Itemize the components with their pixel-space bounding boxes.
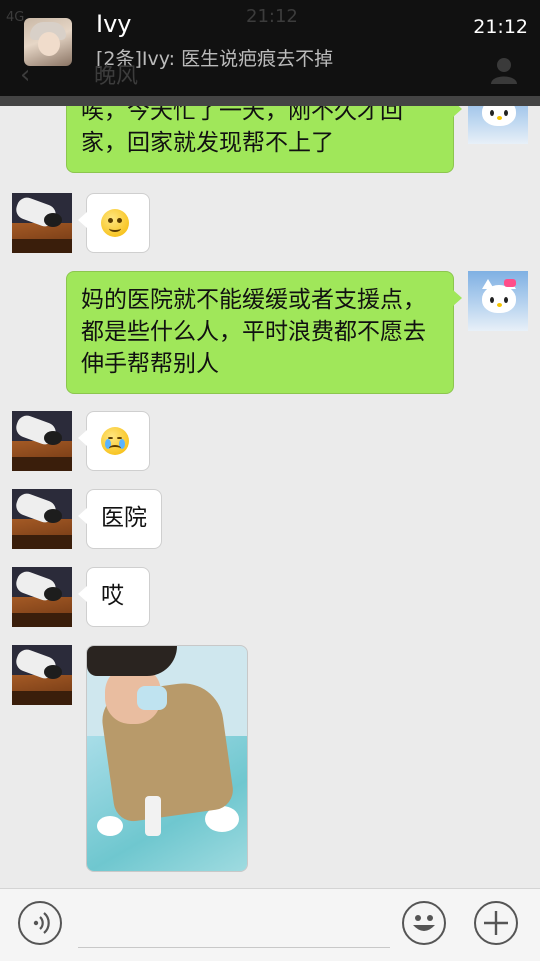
back-arrow-icon[interactable]: ‹ xyxy=(20,60,30,90)
received-message-bubble[interactable]: 医院 xyxy=(78,489,162,549)
chat-title: 晚风 xyxy=(94,64,139,89)
notification-shadow xyxy=(0,96,540,106)
message-text-line: 伸手帮帮别人 xyxy=(81,351,219,377)
signal-indicator: 4G xyxy=(6,10,25,25)
received-message-bubble[interactable] xyxy=(78,193,150,253)
notification-sender: Ivy xyxy=(96,10,132,38)
contact-avatar[interactable] xyxy=(12,411,72,471)
awkward-face-icon xyxy=(101,208,129,237)
chat-input-bar xyxy=(0,888,540,961)
message-text-line: 都是些什么人，平时浪费都不愿去 xyxy=(81,319,426,345)
notification-avatar xyxy=(24,18,72,66)
message-text-line: 妈的医院就不能缓缓或者支援点， xyxy=(81,287,426,313)
status-clock: 21:12 xyxy=(246,6,298,27)
plus-icon[interactable] xyxy=(474,901,518,945)
message-text: 医院 xyxy=(101,505,147,531)
voice-icon[interactable] xyxy=(18,901,62,945)
contact-avatar[interactable] xyxy=(12,645,72,705)
received-image-photo[interactable] xyxy=(86,645,248,872)
received-message-bubble[interactable] xyxy=(78,411,150,471)
crying-face-icon xyxy=(101,426,129,455)
smiley-icon[interactable] xyxy=(402,901,446,945)
contact-avatar[interactable] xyxy=(12,193,72,253)
sent-message-bubble[interactable]: 妈的医院就不能缓缓或者支援点， 都是些什么人，平时浪费都不愿去 伸手帮帮别人 xyxy=(66,271,462,394)
received-message-bubble[interactable]: 哎 xyxy=(78,567,150,627)
message-text-line: 家，回家就发现帮不上了 xyxy=(81,130,334,156)
message-text: 哎 xyxy=(101,583,124,609)
notification-time: 21:12 xyxy=(473,16,528,38)
message-input-field[interactable] xyxy=(78,947,390,948)
user-profile-icon[interactable] xyxy=(488,54,520,86)
self-avatar[interactable] xyxy=(468,271,528,331)
contact-avatar[interactable] xyxy=(12,567,72,627)
contact-avatar[interactable] xyxy=(12,489,72,549)
